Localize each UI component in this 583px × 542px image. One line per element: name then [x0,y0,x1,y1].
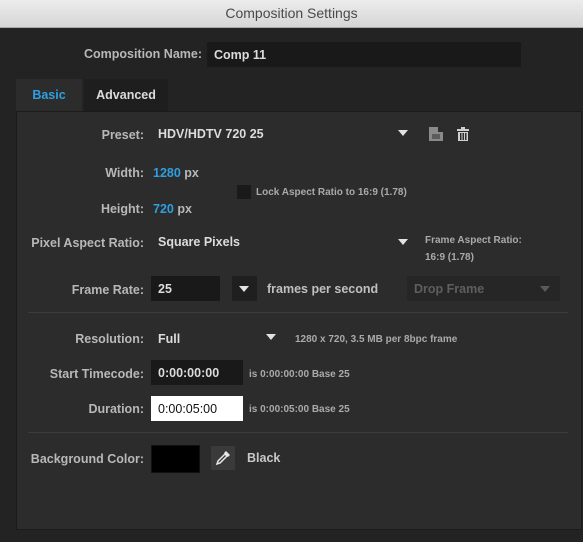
preset-label: Preset: [101,128,144,142]
comp-name-label: Composition Name: [83,47,202,61]
frame-aspect-label: Frame Aspect Ratio: [425,235,522,246]
lock-aspect-label: Lock Aspect Ratio to 16:9 (1.78) [256,187,407,198]
resolution-label: Resolution: [75,332,144,346]
height-value[interactable]: 720 [153,202,174,216]
frame-aspect-value: 16:9 (1.78) [425,252,474,263]
resolution-info: 1280 x 720, 3.5 MB per 8bpc frame [295,334,458,345]
duration-input[interactable]: 0:00:05:00 [151,396,243,421]
width-label: Width: [105,166,144,180]
width-value[interactable]: 1280 [153,166,181,180]
resolution-chevron-down-icon[interactable] [266,334,276,340]
tab-basic[interactable]: Basic [16,79,82,111]
height-unit: px [177,202,192,216]
pixel-aspect-label: Pixel Aspect Ratio: [31,236,144,250]
height-field[interactable]: 720 px [153,202,192,216]
start-timecode-info: is 0:00:00:00 Base 25 [249,369,350,380]
comp-name-input[interactable]: Comp 11 [207,42,521,67]
duration-label: Duration: [88,402,144,416]
trash-icon[interactable] [452,123,474,145]
background-color-swatch[interactable] [151,445,200,473]
resolution-dropdown[interactable]: Full [151,326,285,351]
start-timecode-value: 0:00:00:00 [158,365,220,380]
window-title: Composition Settings [0,0,583,28]
save-preset-icon[interactable] [426,123,448,145]
resolution-value: Full [158,331,181,346]
drop-frame-value: Drop Frame [414,281,485,296]
width-unit: px [184,166,199,180]
preset-dropdown[interactable]: HDV/HDTV 720 25 [151,121,414,146]
start-timecode-input[interactable]: 0:00:00:00 [151,360,243,385]
duration-value: 0:00:05:00 [158,401,218,416]
pixel-aspect-value: Square Pixels [158,234,240,249]
section-divider [28,312,568,313]
pixel-aspect-chevron-down-icon[interactable] [398,239,408,245]
background-color-label: Background Color: [30,452,144,466]
frame-rate-chevron-down-icon[interactable] [239,286,249,292]
drop-frame-chevron-down-icon [540,286,550,292]
height-label: Height: [100,202,144,216]
preset-value: HDV/HDTV 720 25 [158,126,264,141]
section-divider [28,432,568,433]
background-color-name: Black [247,451,281,465]
eyedropper-icon[interactable] [211,446,235,470]
frame-rate-value: 25 [158,281,172,296]
frame-rate-input[interactable]: 25 [151,276,220,301]
start-timecode-label: Start Timecode: [49,367,144,381]
lock-aspect-checkbox[interactable] [237,185,251,199]
preset-chevron-down-icon[interactable] [398,130,408,136]
frame-rate-unit: frames per second [267,282,379,296]
width-field[interactable]: 1280 px [153,166,199,180]
tab-advanced[interactable]: Advanced [84,79,168,111]
frame-rate-label: Frame Rate: [71,283,144,297]
drop-frame-dropdown: Drop Frame [407,276,560,301]
comp-name-value: Comp 11 [214,47,267,62]
pixel-aspect-dropdown[interactable]: Square Pixels [151,229,414,254]
duration-info: is 0:00:05:00 Base 25 [249,404,350,415]
